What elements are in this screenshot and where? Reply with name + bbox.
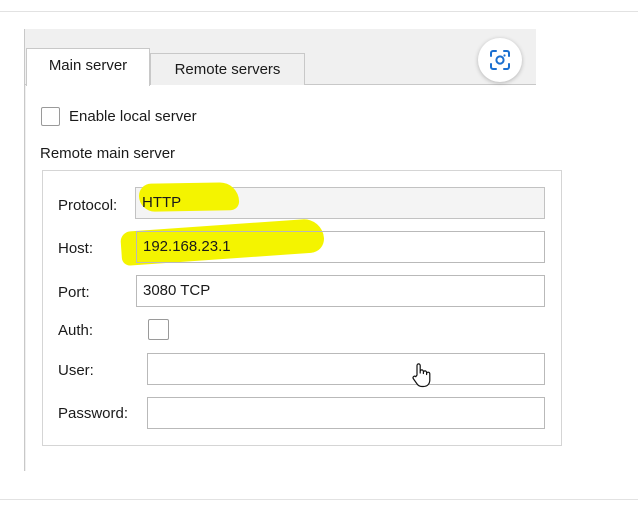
port-label: Port: — [58, 284, 90, 301]
bottom-divider — [0, 499, 638, 500]
auth-label: Auth: — [58, 322, 94, 339]
tab-remote-servers-label: Remote servers — [174, 61, 281, 78]
host-value: 192.168.23.1 — [143, 238, 231, 255]
password-input[interactable] — [147, 397, 545, 429]
port-value: 3080 TCP — [143, 282, 211, 299]
protocol-label: Protocol: — [58, 197, 118, 214]
user-label: User: — [58, 362, 94, 379]
tab-main-server-label: Main server — [48, 57, 128, 74]
tab-bar: Main server Remote servers — [25, 29, 536, 86]
host-label: Host: — [58, 240, 94, 257]
enable-local-server-label: Enable local server — [69, 108, 197, 125]
top-divider — [0, 11, 638, 12]
visual-search-button[interactable] — [478, 38, 522, 82]
enable-local-server-checkbox[interactable] — [41, 107, 60, 126]
auth-checkbox[interactable] — [148, 319, 169, 340]
host-input[interactable]: 192.168.23.1 — [136, 231, 545, 263]
port-input[interactable]: 3080 TCP — [136, 275, 545, 307]
remote-main-server-group-title: Remote main server — [40, 145, 176, 162]
tab-main-server[interactable]: Main server — [26, 48, 150, 86]
protocol-value: HTTP — [142, 194, 182, 211]
visual-search-icon — [490, 50, 510, 70]
tab-remote-servers[interactable]: Remote servers — [150, 53, 305, 85]
hand-pointer-icon — [411, 362, 433, 393]
user-input[interactable] — [147, 353, 545, 385]
password-label: Password: — [58, 405, 129, 422]
